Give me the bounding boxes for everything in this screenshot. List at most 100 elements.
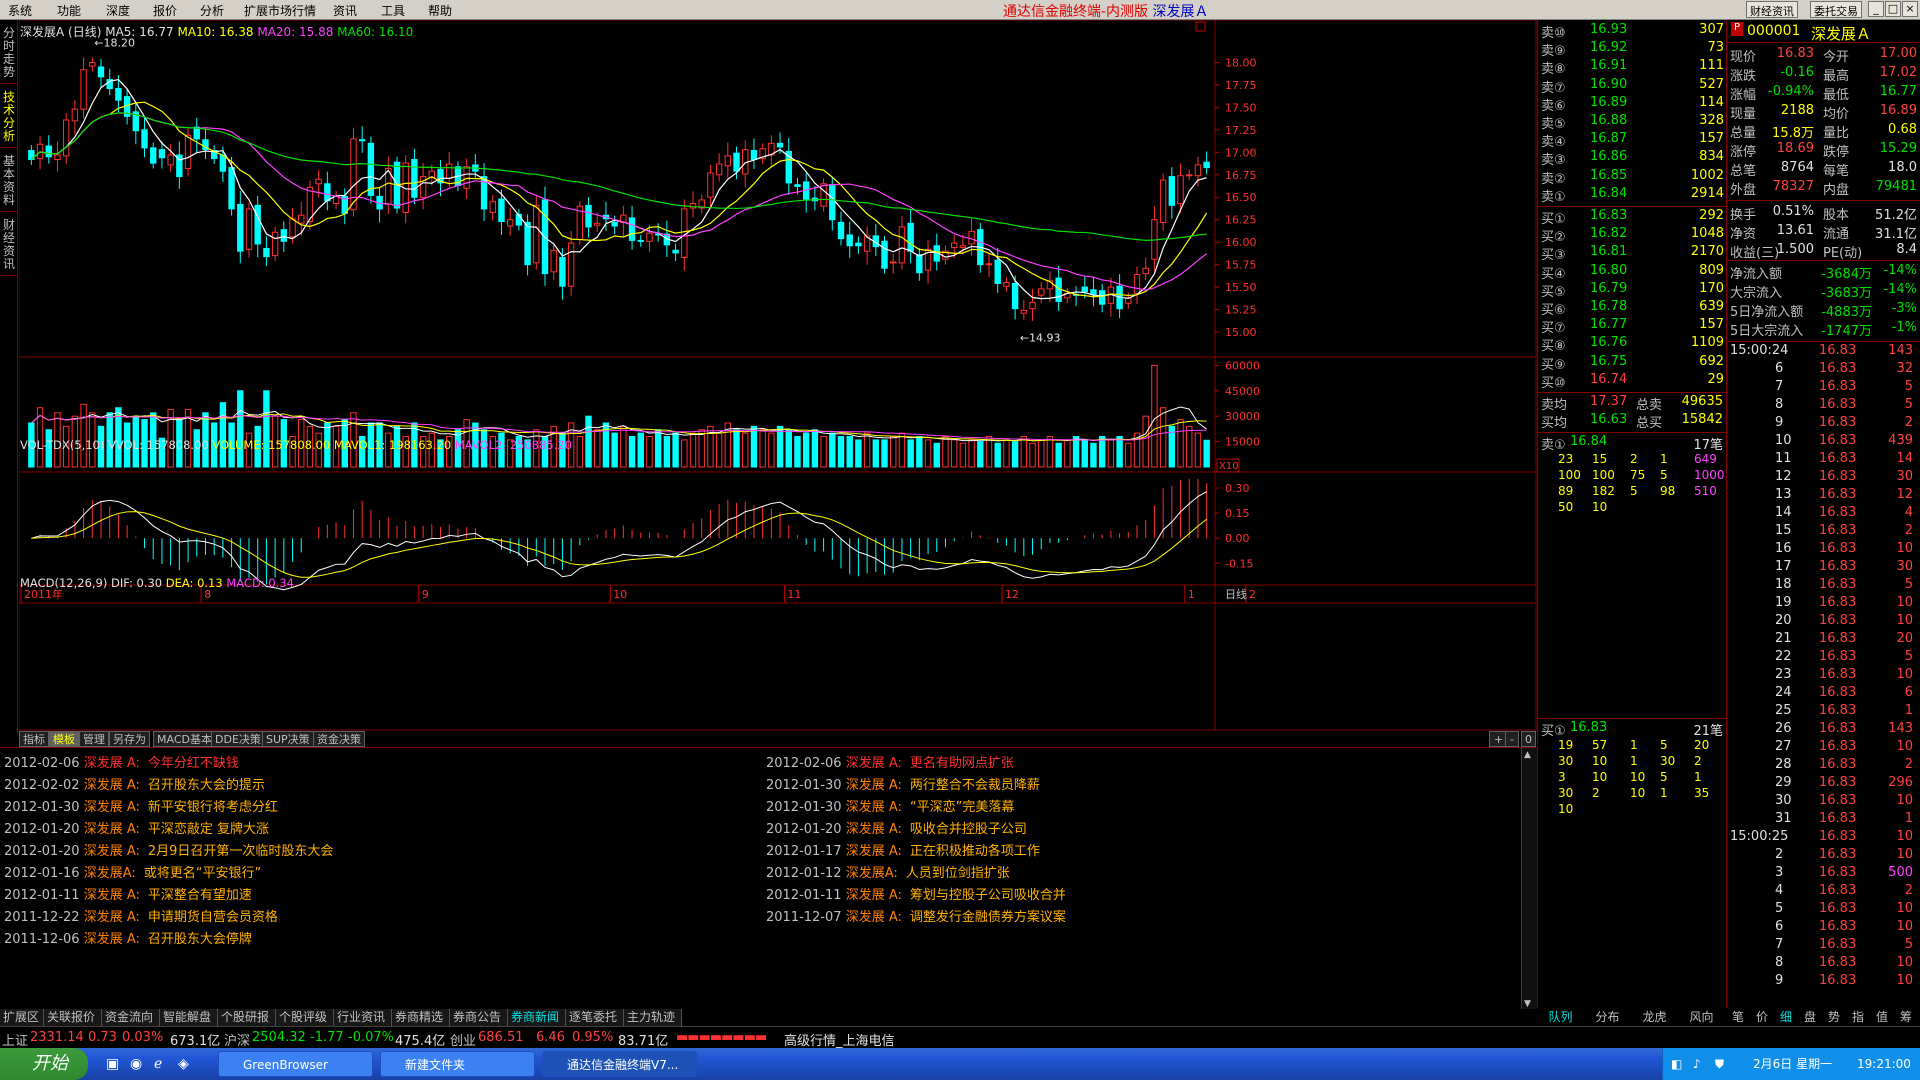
tick-row[interactable]: 15 16.83 2 — [1727, 523, 1920, 541]
quicklaunch-app-icon[interactable]: ◈ — [178, 1056, 189, 1072]
news-title[interactable]: 今年分红不缺钱 — [148, 756, 239, 771]
quote-detail-tab[interactable]: 值 — [1870, 1009, 1894, 1026]
func-tab[interactable]: 个股评级 — [276, 1009, 334, 1026]
tick-row[interactable]: 30 16.83 10 — [1727, 793, 1920, 811]
news-item[interactable]: 2012-02-06 深发展 A: 今年分红不缺钱 — [4, 752, 239, 771]
close-icon[interactable]: × — [1902, 1, 1918, 17]
tray-network-icon[interactable]: ◧ — [1671, 1048, 1682, 1080]
news-item[interactable]: 2012-01-16 深发展A: 或将更名“平安银行” — [4, 862, 261, 881]
quote-detail-tab[interactable]: 指 — [1846, 1009, 1870, 1026]
news-item[interactable]: 2012-02-02 深发展 A: 召开股东大会的提示 — [4, 774, 265, 793]
news-item[interactable]: 2011-12-07 深发展 A: 调整发行金融债券方案议案 — [766, 906, 1066, 925]
tab-basic-info[interactable]: 基本资料 — [1, 152, 17, 212]
order-book-tab[interactable]: 龙虎 — [1631, 1009, 1678, 1026]
func-tab[interactable]: 券商公告 — [450, 1009, 508, 1026]
news-title[interactable]: 吸收合并控股子公司 — [910, 822, 1027, 837]
tick-row[interactable]: 19 16.83 10 — [1727, 595, 1920, 613]
func-tab[interactable]: 券商新闻 — [508, 1009, 566, 1026]
quote-detail-tab[interactable]: 盘 — [1798, 1009, 1822, 1026]
news-item[interactable]: 2012-01-30 深发展 A: “平深恋”完美落幕 — [766, 796, 1014, 815]
tick-row[interactable]: 21 16.83 20 — [1727, 631, 1920, 649]
news-item[interactable]: 2012-01-17 深发展 A: 正在积极推动各项工作 — [766, 840, 1040, 859]
tick-row[interactable]: 4 16.83 2 — [1727, 883, 1920, 901]
news-title[interactable]: 人员到位剑指扩张 — [906, 866, 1010, 881]
buy-level-row[interactable]: 买③ 16.81 2170 — [1538, 244, 1727, 263]
zoom-out-button[interactable]: - — [1505, 731, 1519, 747]
tab-fund[interactable]: 资金决策 — [313, 731, 365, 747]
tick-row[interactable]: 14 16.83 4 — [1727, 505, 1920, 523]
news-item[interactable]: 2012-01-11 深发展 A: 平深整合有望加速 — [4, 884, 252, 903]
task-greenbrowser[interactable]: GreenBrowser — [218, 1051, 373, 1077]
news-title[interactable]: 正在积极推动各项工作 — [910, 844, 1040, 859]
quicklaunch-browser-icon[interactable]: ◉ — [130, 1056, 142, 1072]
tab-indicator[interactable]: 指标 — [19, 731, 49, 747]
tick-row[interactable]: 18 16.83 5 — [1727, 577, 1920, 595]
news-title[interactable]: 筹划与控股子公司吸收合并 — [910, 888, 1066, 903]
tick-row[interactable]: 8 16.83 5 — [1727, 397, 1920, 415]
tick-row[interactable]: 7 16.83 5 — [1727, 379, 1920, 397]
tab-manage[interactable]: 管理 — [79, 731, 109, 747]
tick-row[interactable]: 5 16.83 10 — [1727, 901, 1920, 919]
trade-order-button[interactable]: 委托交易 — [1810, 1, 1862, 18]
tick-row[interactable]: 16 16.83 10 — [1727, 541, 1920, 559]
news-title[interactable]: 调整发行金融债券方案议案 — [910, 910, 1066, 925]
news-item[interactable]: 2011-12-06 深发展 A: 召开股东大会停牌 — [4, 928, 252, 947]
buy-level-row[interactable]: 买⑨ 16.75 692 — [1538, 354, 1727, 373]
tick-row[interactable]: 3 16.83 500 — [1727, 865, 1920, 883]
menu-system[interactable]: 系统 — [8, 2, 32, 19]
tick-row[interactable]: 17 16.83 30 — [1727, 559, 1920, 577]
menu-ext-market[interactable]: 扩展市场行情 — [244, 2, 316, 19]
sell-level-row[interactable]: 卖⑥ 16.89 114 — [1538, 95, 1727, 114]
tab-finance-news[interactable]: 财经资讯 — [1, 216, 17, 276]
menu-depth[interactable]: 深度 — [106, 2, 130, 19]
tick-row[interactable]: 2 16.83 10 — [1727, 847, 1920, 865]
news-item[interactable]: 2012-01-11 深发展 A: 筹划与控股子公司吸收合并 — [766, 884, 1066, 903]
news-item[interactable]: 2012-01-20 深发展 A: 吸收合并控股子公司 — [766, 818, 1027, 837]
quote-detail-tab[interactable]: 价 — [1750, 1009, 1774, 1026]
sh-index-label[interactable]: 上证 — [2, 1030, 28, 1049]
news-item[interactable]: 2012-01-20 深发展 A: 2月9日召开第一次临时股东大会 — [4, 840, 333, 859]
tick-row[interactable]: 22 16.83 5 — [1727, 649, 1920, 667]
tick-row[interactable]: 7 16.83 5 — [1727, 937, 1920, 955]
func-tab[interactable]: 扩展区 — [0, 1009, 44, 1026]
news-scrollbar[interactable]: ▲ ▼ — [1521, 748, 1537, 1011]
buy-level-row[interactable]: 买⑥ 16.78 639 — [1538, 299, 1727, 318]
sell-level-row[interactable]: 卖⑩ 16.93 307 — [1538, 22, 1727, 41]
news-title[interactable]: “平深恋”完美落幕 — [910, 800, 1014, 815]
tick-row[interactable]: 13 16.83 12 — [1727, 487, 1920, 505]
scroll-down-icon[interactable]: ▼ — [1524, 999, 1531, 1009]
task-tdx-terminal[interactable]: 通达信金融终端V7... — [542, 1051, 697, 1077]
news-item[interactable]: 2012-01-20 深发展 A: 平深恋敲定 复牌大涨 — [4, 818, 269, 837]
maximize-icon[interactable]: □ — [1885, 1, 1901, 17]
tick-row[interactable]: 29 16.83 296 — [1727, 775, 1920, 793]
tick-row[interactable]: 28 16.83 2 — [1727, 757, 1920, 775]
tick-row[interactable]: 6 16.83 10 — [1727, 919, 1920, 937]
func-tab[interactable]: 行业资讯 — [334, 1009, 392, 1026]
func-tab[interactable]: 关联报价 — [44, 1009, 102, 1026]
kline-chart-svg[interactable]: 18.00 17.75 17.50 17.25 17.00 16.75 16.50 16.25… — [18, 19, 1537, 731]
menu-help[interactable]: 帮助 — [428, 2, 452, 19]
quicklaunch-desktop-icon[interactable]: ▣ — [106, 1056, 119, 1072]
quote-detail-tab[interactable]: 筹 — [1894, 1009, 1918, 1026]
order-book-tab[interactable]: 风向 — [1678, 1009, 1725, 1026]
buy-level-row[interactable]: 买② 16.82 1048 — [1538, 226, 1727, 245]
func-tab[interactable]: 智能解盘 — [160, 1009, 218, 1026]
news-title[interactable]: 申请期货自营会员资格 — [148, 910, 278, 925]
news-title[interactable]: 两行整合不会裁员降薪 — [910, 778, 1040, 793]
tick-row[interactable]: 9 16.83 10 — [1727, 973, 1920, 991]
tick-row[interactable]: 11 16.83 14 — [1727, 451, 1920, 469]
menu-analysis[interactable]: 分析 — [200, 2, 224, 19]
quicklaunch-ie-icon[interactable]: ℯ — [154, 1056, 162, 1072]
server-status[interactable]: 高级行情_上海电信 — [784, 1030, 895, 1049]
func-tab[interactable]: 券商精选 — [392, 1009, 450, 1026]
cy-index-label[interactable]: 创业 — [450, 1030, 476, 1049]
tab-macd-basic[interactable]: MACD基本 — [153, 731, 216, 747]
tray-security-icon[interactable]: ⛊ — [1715, 1048, 1724, 1080]
order-book-tab[interactable]: 队列 — [1537, 1009, 1584, 1026]
tick-row[interactable]: 15:00:24 16.83 143 — [1727, 343, 1920, 361]
tick-row[interactable]: 20 16.83 10 — [1727, 613, 1920, 631]
func-tab[interactable]: 资金流向 — [102, 1009, 160, 1026]
func-tab[interactable]: 逐笔委托 — [566, 1009, 624, 1026]
finance-news-button[interactable]: 财经资讯 — [1746, 1, 1798, 18]
buy-level-row[interactable]: 买④ 16.80 809 — [1538, 263, 1727, 282]
